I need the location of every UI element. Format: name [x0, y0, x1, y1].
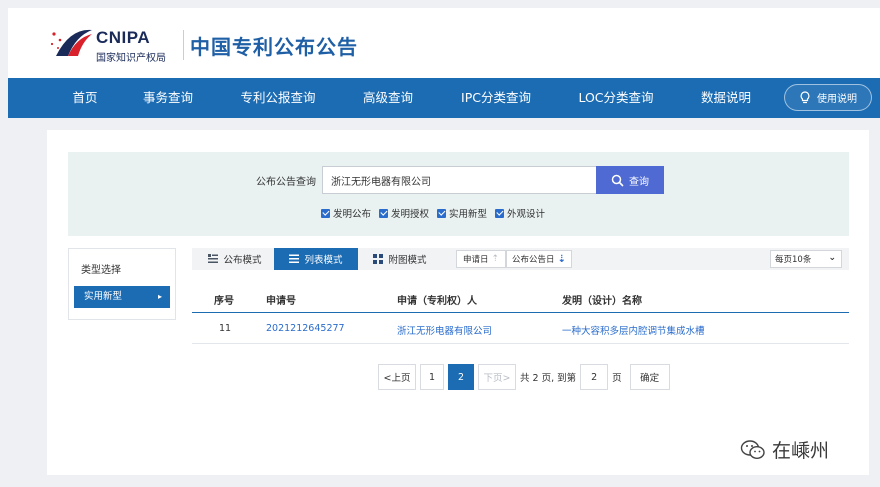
confirm-page-button[interactable]: 确定	[629, 364, 670, 390]
sort-application-date-button[interactable]: 申请日 ⇡	[456, 250, 506, 268]
column-header-title: 发明（设计）名称	[562, 296, 642, 307]
page-suffix: 页	[612, 373, 622, 384]
sidebar-item-utility-model[interactable]: 实用新型 ▸	[74, 286, 170, 308]
next-page-button: 下页>	[478, 364, 516, 390]
result-toolbar: 公布模式 列表模式 附图模式 申请日 ⇡ 公布公告日 ⇣ 每页10条 ⌄	[192, 248, 849, 270]
row-index: 11	[219, 323, 232, 334]
page-2-button[interactable]: 2	[448, 364, 474, 390]
checkbox-invention-publication[interactable]: 发明公布	[321, 206, 371, 220]
checkbox-checked-icon	[495, 208, 505, 218]
column-header-index: 序号	[214, 296, 234, 307]
nav-data-description[interactable]: 数据说明	[701, 78, 751, 118]
tab-figure-mode[interactable]: 附图模式	[358, 248, 442, 270]
wechat-icon	[740, 439, 765, 459]
nav-loc-query[interactable]: LOC分类查询	[578, 78, 653, 118]
checkbox-checked-icon	[437, 208, 447, 218]
nav-advanced-query[interactable]: 高级查询	[363, 78, 413, 118]
search-button-label: 查询	[629, 176, 649, 188]
list-detail-icon	[208, 254, 219, 263]
cnipa-emblem-icon	[50, 29, 92, 56]
lightbulb-icon	[800, 91, 810, 104]
main-content: 公布公告查询 查询 发明公布 发明授权 实用新型	[47, 130, 869, 475]
checkbox-checked-icon	[379, 208, 389, 218]
nav-ipc-query[interactable]: IPC分类查询	[461, 78, 531, 118]
type-sidebar: 类型选择 实用新型 ▸	[68, 248, 176, 320]
search-panel: 公布公告查询 查询 发明公布 发明授权 实用新型	[68, 152, 849, 236]
table-header: 序号 申请号 申请（专利权）人 发明（设计）名称	[192, 282, 849, 313]
page-1-button[interactable]: 1	[420, 364, 444, 390]
checkbox-checked-icon	[321, 208, 330, 218]
wechat-watermark: 在嵊州	[740, 436, 829, 463]
nav-affairs-query[interactable]: 事务查询	[143, 78, 193, 118]
sort-publication-date-button[interactable]: 公布公告日 ⇣	[506, 250, 572, 268]
nav-home[interactable]: 首页	[72, 78, 97, 118]
table-row: 11 2021212645277 浙江无形电器有限公司 一种大容积多层内腔调节集…	[192, 313, 849, 344]
watermark-text: 在嵊州	[772, 440, 830, 462]
tab-publication-mode[interactable]: 公布模式	[196, 248, 274, 270]
help-label: 使用说明	[817, 94, 857, 105]
logo-english: CNIPA	[96, 28, 151, 47]
sidebar-title: 类型选择	[81, 265, 121, 276]
site-header: CNIPA 国家知识产权局 中国专利公布公告	[8, 8, 880, 78]
help-button[interactable]: 使用说明	[784, 84, 872, 111]
row-title-link[interactable]: 一种大容积多层内腔调节集成水槽	[562, 323, 705, 337]
header-divider	[183, 30, 184, 60]
search-input[interactable]	[322, 166, 598, 194]
goto-page-input[interactable]	[580, 364, 609, 390]
grid-icon	[373, 254, 384, 264]
chevron-right-icon: ▸	[157, 292, 162, 301]
checkbox-invention-grant[interactable]: 发明授权	[379, 206, 429, 220]
column-header-application-number: 申请号	[266, 296, 296, 307]
nav-gazette-query[interactable]: 专利公报查询	[240, 78, 315, 118]
main-nav: 首页 事务查询 专利公报查询 高级查询 IPC分类查询 LOC分类查询 数据说明…	[8, 78, 880, 118]
checkbox-utility-model[interactable]: 实用新型	[437, 206, 487, 220]
type-checkboxes: 发明公布 发明授权 实用新型 外观设计	[321, 206, 545, 220]
per-page-select[interactable]: 每页10条 ⌄	[770, 250, 842, 268]
checkbox-design[interactable]: 外观设计	[495, 206, 545, 220]
results-table: 序号 申请号 申请（专利权）人 发明（设计）名称 11 202121264527…	[192, 282, 849, 344]
pagination: <上页 1 2 下页> 共 2 页, 到第 页 确定	[378, 364, 670, 390]
logo-chinese: 国家知识产权局	[96, 53, 166, 64]
row-application-number-link[interactable]: 2021212645277	[266, 323, 345, 334]
column-header-applicant: 申请（专利权）人	[397, 296, 477, 307]
row-applicant-link[interactable]: 浙江无形电器有限公司	[397, 323, 492, 337]
sort-up-icon: ⇡	[491, 254, 500, 264]
prev-page-button[interactable]: <上页	[378, 364, 416, 390]
site-title: 中国专利公布公告	[190, 35, 358, 59]
search-button[interactable]: 查询	[596, 166, 664, 194]
search-icon	[611, 174, 624, 187]
tab-list-mode[interactable]: 列表模式	[274, 248, 358, 270]
list-icon	[289, 254, 300, 263]
sort-down-icon: ⇣	[557, 253, 566, 265]
search-label: 公布公告查询	[256, 177, 316, 188]
total-pages-text: 共 2 页, 到第	[520, 373, 577, 384]
chevron-down-icon: ⌄	[828, 253, 836, 263]
cnipa-logo[interactable]: CNIPA 国家知识产权局	[48, 26, 178, 66]
